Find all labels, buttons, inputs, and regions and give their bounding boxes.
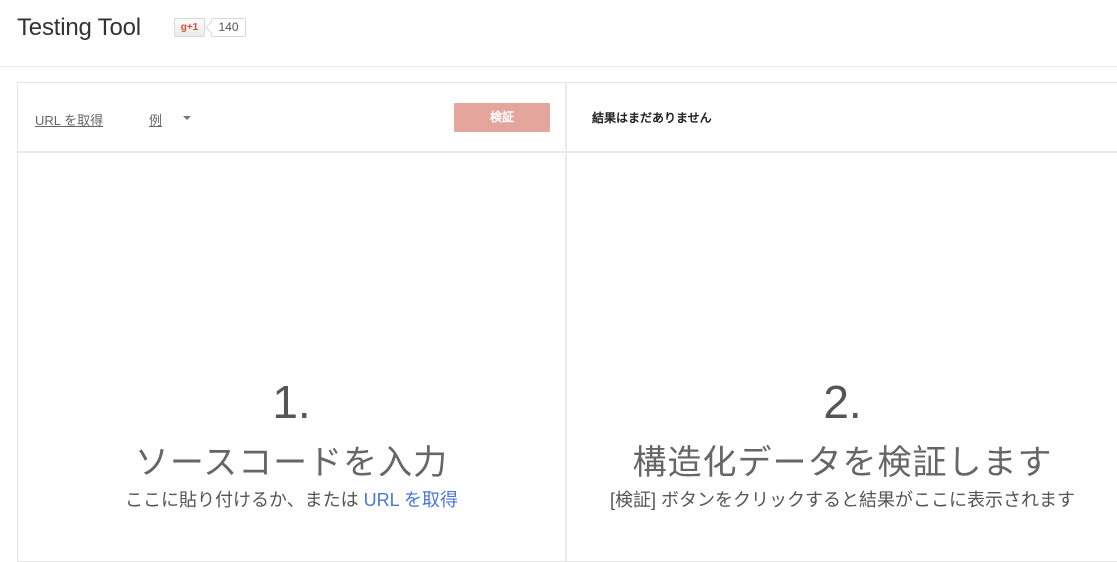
chevron-down-icon[interactable] [183,116,191,120]
results-pane: 結果はまだありません 2. 構造化データを検証します [検証] ボタンをクリック… [567,83,1117,561]
validate-button[interactable]: 検証 [454,103,550,132]
step-2-number: 2. [823,376,862,428]
google-plus-count-badge: 140 [211,18,246,37]
step-1-desc-text: ここに貼り付けるか、または [125,490,364,510]
step-1-title: ソースコードを入力 [134,444,449,482]
results-toolbar: 結果はまだありません [567,83,1117,153]
step-2-description: [検証] ボタンをクリックすると結果がここに表示されます [609,490,1075,510]
step-1-fetch-url-link[interactable]: URL を取得 [364,490,458,510]
step-1-description: ここに貼り付けるか、または URL を取得 [18,486,565,512]
workspace: URL を取得 例 検証 1. ソースコードを入力 ここに貼り付けるか、または … [17,82,1117,562]
input-toolbar: URL を取得 例 検証 [18,83,565,153]
app-header: Testing Tool g+1 140 [0,0,1117,67]
input-pane: URL を取得 例 検証 1. ソースコードを入力 ここに貼り付けるか、または … [18,83,567,561]
examples-dropdown[interactable]: 例 [149,110,162,129]
fetch-url-link[interactable]: URL を取得 [35,110,103,129]
page-title: Testing Tool [17,14,141,41]
step-1-number: 1. [272,376,311,428]
no-results-message: 結果はまだありません [592,111,712,125]
google-plus-one-button[interactable]: g+1 [174,18,205,37]
step-2-title: 構造化データを検証します [632,444,1053,482]
